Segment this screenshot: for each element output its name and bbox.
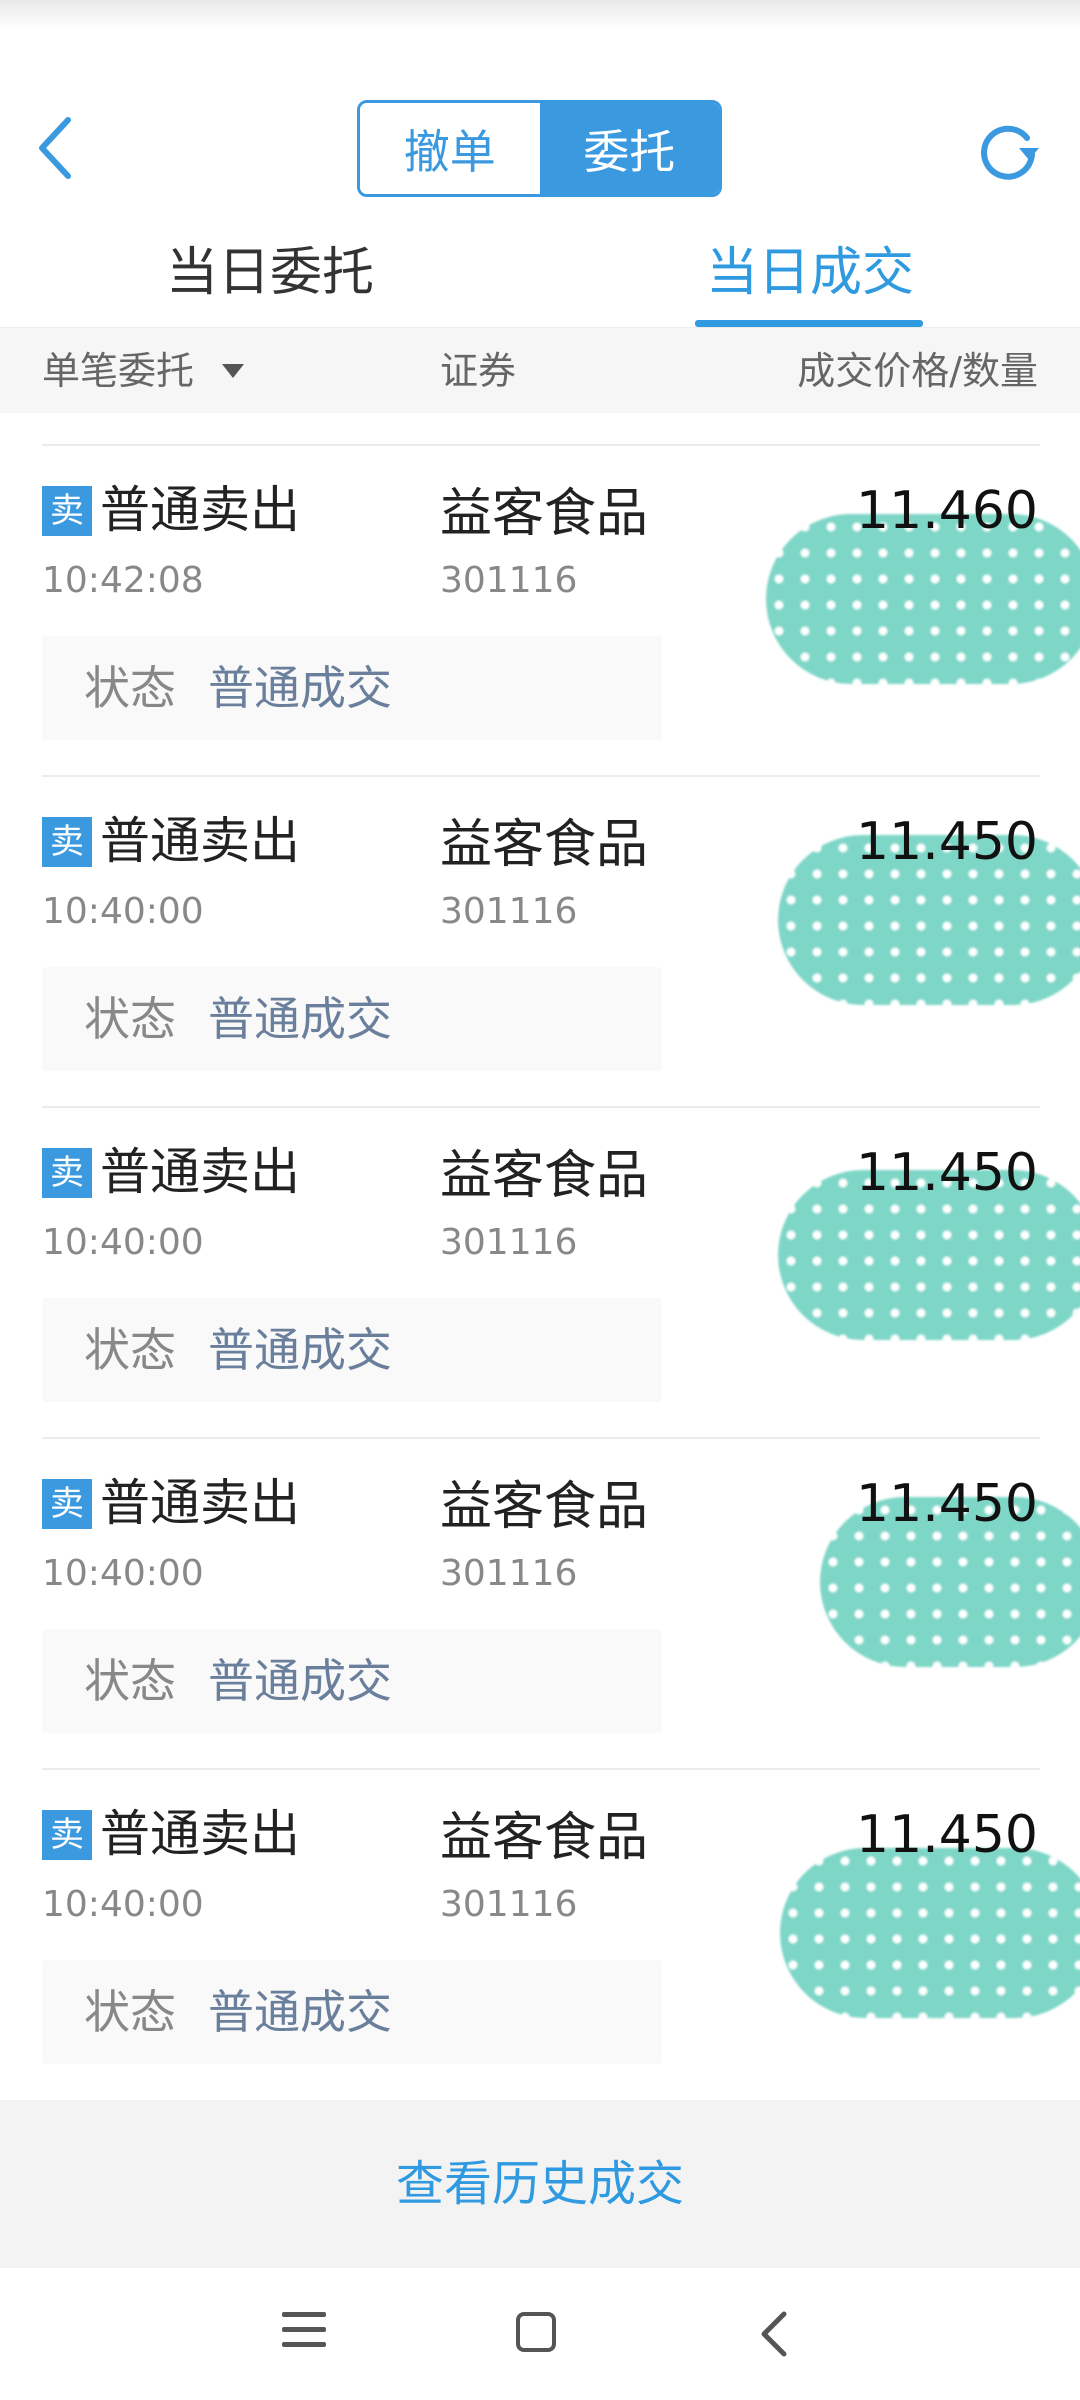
trade-time: 10:40:00 bbox=[42, 891, 204, 932]
sell-badge: 卖 bbox=[42, 817, 92, 867]
trade-row[interactable]: 卖 普通卖出 10:42:08 益客食品 301116 11.460 状态 普通… bbox=[0, 444, 1080, 775]
trade-type: 普通卖出 bbox=[100, 1474, 300, 1532]
security-name: 益客食品 bbox=[440, 484, 649, 544]
trade-type: 普通卖出 bbox=[100, 1143, 300, 1201]
sell-badge: 卖 bbox=[42, 1479, 92, 1529]
trade-price: 11.450 bbox=[856, 1805, 1038, 1865]
trade-row[interactable]: 卖 普通卖出 10:40:00 益客食品 301116 11.450 状态 普通… bbox=[0, 1106, 1080, 1437]
trade-time: 10:42:08 bbox=[42, 560, 204, 601]
row-divider bbox=[42, 1106, 1040, 1108]
order-filter-dropdown[interactable]: 单笔委托 bbox=[42, 328, 194, 414]
status-value: 普通成交 bbox=[208, 661, 392, 715]
row-divider bbox=[42, 1437, 1040, 1439]
trade-price: 11.450 bbox=[856, 1474, 1038, 1534]
row-divider bbox=[42, 444, 1040, 446]
security-name: 益客食品 bbox=[440, 1808, 649, 1868]
price-qty-column-label: 成交价格/数量 bbox=[797, 349, 1038, 393]
trade-type: 普通卖出 bbox=[100, 1805, 300, 1863]
status-box: 状态 普通成交 bbox=[42, 1298, 662, 1402]
status-label: 状态 bbox=[84, 1985, 176, 2039]
tab-today-orders[interactable]: 当日委托 bbox=[166, 238, 374, 308]
cancel-order-button[interactable]: 撤单 bbox=[360, 103, 540, 194]
status-box: 状态 普通成交 bbox=[42, 967, 662, 1071]
trade-time: 10:40:00 bbox=[42, 1553, 204, 1594]
menu-icon[interactable] bbox=[282, 2312, 326, 2356]
trade-row[interactable]: 卖 普通卖出 10:40:00 益客食品 301116 11.450 状态 普通… bbox=[0, 1768, 1080, 2099]
trade-time: 10:40:00 bbox=[42, 1222, 204, 1263]
status-label: 状态 bbox=[84, 661, 176, 715]
security-name: 益客食品 bbox=[440, 1146, 649, 1206]
status-box: 状态 普通成交 bbox=[42, 1629, 662, 1733]
sell-badge: 卖 bbox=[42, 1810, 92, 1860]
security-code: 301116 bbox=[440, 1222, 578, 1263]
trade-time: 10:40:00 bbox=[42, 1884, 204, 1925]
back-icon[interactable] bbox=[754, 2308, 794, 2360]
home-icon[interactable] bbox=[516, 2312, 556, 2352]
refresh-icon[interactable] bbox=[975, 116, 1041, 182]
security-name: 益客食品 bbox=[440, 1477, 649, 1537]
view-history-trades-link[interactable]: 查看历史成交 bbox=[0, 2100, 1080, 2268]
trade-price: 11.450 bbox=[856, 812, 1038, 872]
status-label: 状态 bbox=[84, 1323, 176, 1377]
status-value: 普通成交 bbox=[208, 1323, 392, 1377]
status-label: 状态 bbox=[84, 1654, 176, 1708]
status-label: 状态 bbox=[84, 992, 176, 1046]
security-code: 301116 bbox=[440, 560, 578, 601]
system-nav-bar bbox=[0, 2268, 1080, 2400]
status-box: 状态 普通成交 bbox=[42, 1960, 662, 2064]
trade-row[interactable]: 卖 普通卖出 10:40:00 益客食品 301116 11.450 状态 普通… bbox=[0, 775, 1080, 1106]
trade-type: 普通卖出 bbox=[100, 812, 300, 870]
tab-today-trades[interactable]: 当日成交 bbox=[706, 238, 914, 308]
security-code: 301116 bbox=[440, 891, 578, 932]
redaction-mask bbox=[780, 1848, 1080, 2018]
order-mode-toggle: 撤单 委托 bbox=[357, 100, 722, 197]
status-box: 状态 普通成交 bbox=[42, 636, 662, 740]
status-bar-area bbox=[0, 0, 1080, 30]
trade-price: 11.460 bbox=[856, 481, 1038, 541]
security-code: 301116 bbox=[440, 1884, 578, 1925]
sell-badge: 卖 bbox=[42, 1148, 92, 1198]
status-value: 普通成交 bbox=[208, 1654, 392, 1708]
column-header: 单笔委托 证券 成交价格/数量 bbox=[0, 327, 1080, 413]
status-value: 普通成交 bbox=[208, 1985, 392, 2039]
trade-type: 普通卖出 bbox=[100, 481, 300, 539]
row-divider bbox=[42, 775, 1040, 777]
history-bar: 查看历史成交 bbox=[0, 2100, 1080, 2268]
dropdown-arrow-icon[interactable] bbox=[222, 364, 244, 378]
trade-list: 卖 普通卖出 10:42:08 益客食品 301116 11.460 状态 普通… bbox=[0, 444, 1080, 2099]
security-column-label: 证券 bbox=[440, 349, 517, 393]
entrust-button[interactable]: 委托 bbox=[539, 103, 719, 194]
security-name: 益客食品 bbox=[440, 815, 649, 875]
trade-row[interactable]: 卖 普通卖出 10:40:00 益客食品 301116 11.450 状态 普通… bbox=[0, 1437, 1080, 1768]
chevron-left-icon[interactable] bbox=[30, 112, 80, 184]
trade-price: 11.450 bbox=[856, 1143, 1038, 1203]
row-divider bbox=[42, 1768, 1040, 1770]
active-tab-indicator bbox=[695, 320, 923, 327]
security-code: 301116 bbox=[440, 1553, 578, 1594]
status-value: 普通成交 bbox=[208, 992, 392, 1046]
sell-badge: 卖 bbox=[42, 486, 92, 536]
